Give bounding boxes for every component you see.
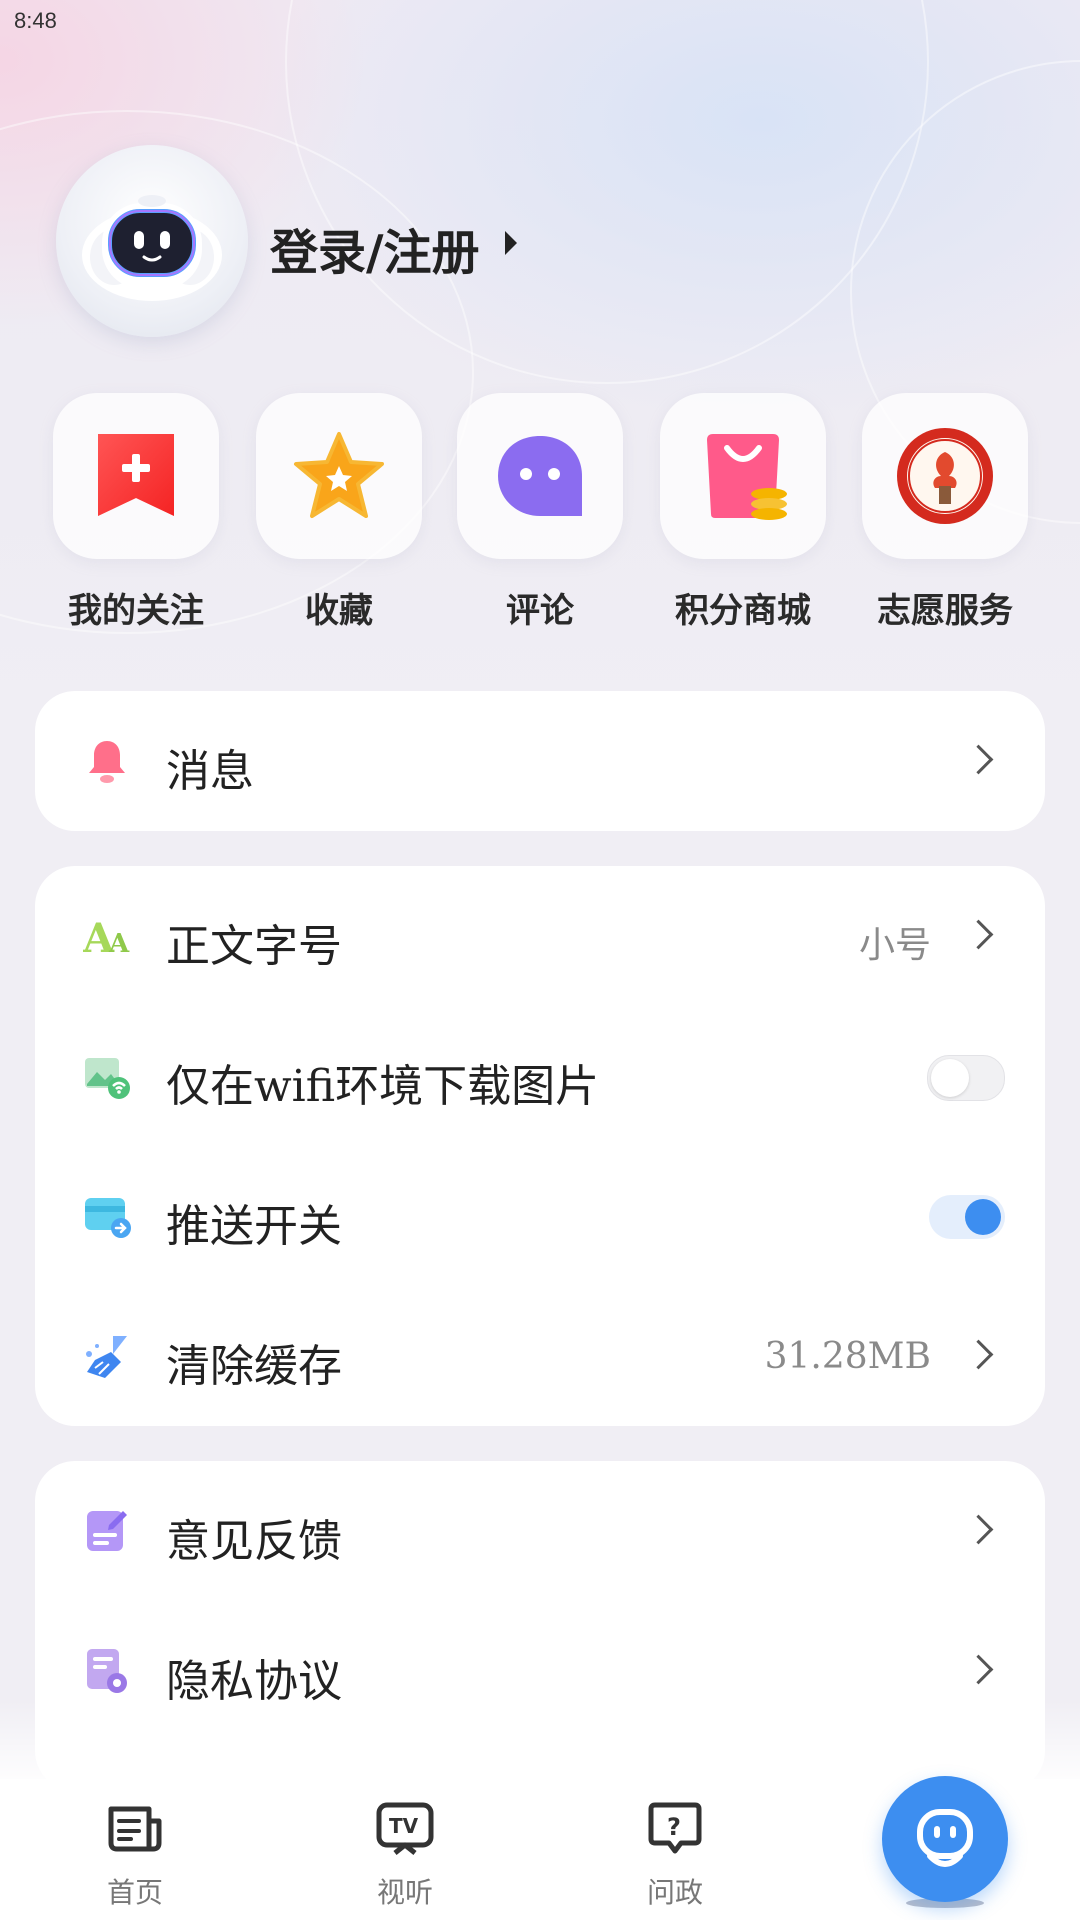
shopping-bag-icon (707, 434, 787, 520)
messages-row[interactable]: 消息 (35, 691, 1045, 831)
shortcut-label: 我的关注 (68, 591, 204, 631)
settings-card: A A 正文字号 小号 仅在wifi环境下载图片 推送开关 清除缓存 31.28… (35, 866, 1045, 1426)
chevron-right-icon (963, 1654, 994, 1685)
chevron-right-icon (963, 744, 994, 775)
avatar[interactable] (56, 145, 248, 337)
push-toggle[interactable] (929, 1195, 1005, 1239)
feedback-row[interactable]: 意见反馈 (35, 1461, 1045, 1601)
tab-home[interactable]: 首页 (45, 1779, 225, 1920)
shortcut-label: 志愿服务 (877, 591, 1013, 631)
scroll-fade (0, 1700, 1080, 1780)
wifi-image-icon (85, 1058, 130, 1099)
shortcut-volunteer[interactable]: 志愿服务 (862, 393, 1028, 632)
wifi-images-row: 仅在wifi环境下载图片 (35, 1006, 1045, 1146)
tab-label: 问政 (646, 1876, 703, 1909)
push-label: 推送开关 (166, 1201, 342, 1252)
clear-cache-row[interactable]: 清除缓存 31.28MB (35, 1286, 1045, 1426)
chevron-right-icon (963, 919, 994, 950)
push-card-icon (85, 1198, 131, 1238)
question-bubble-icon: ? (648, 1802, 702, 1854)
font-size-label: 正文字号 (166, 921, 342, 972)
bookmark-plus-icon (98, 434, 174, 516)
news-icon (108, 1806, 162, 1852)
shortcut-favorites[interactable]: 收藏 (256, 393, 422, 632)
feedback-label: 意见反馈 (166, 1516, 342, 1567)
volunteer-badge-icon (897, 428, 993, 524)
privacy-doc-icon (87, 1649, 127, 1693)
wifi-images-label: 仅在wifi环境下载图片 (166, 1061, 600, 1112)
tab-video[interactable]: TV 视听 (315, 1779, 495, 1920)
push-row: 推送开关 (35, 1146, 1045, 1286)
broom-icon (86, 1336, 127, 1378)
messages-card: 消息 (35, 691, 1045, 831)
shortcut-label: 收藏 (305, 591, 373, 631)
clear-cache-label: 清除缓存 (166, 1341, 342, 1392)
wifi-images-toggle[interactable] (927, 1055, 1005, 1101)
svg-text:TV: TV (389, 1814, 419, 1838)
cache-size-value: 31.28MB (764, 1336, 931, 1377)
font-size-row[interactable]: A A 正文字号 小号 (35, 866, 1045, 1006)
header-background (0, 0, 1080, 760)
shortcut-points-mall[interactable]: 积分商城 (660, 393, 826, 632)
shortcut-comments[interactable]: 评论 (457, 393, 623, 632)
shortcut-label: 积分商城 (675, 591, 811, 631)
feedback-icon (87, 1511, 127, 1551)
robot-icon (917, 1809, 973, 1867)
caret-right-icon (505, 231, 517, 255)
login-register-link[interactable]: 登录/注册 (270, 213, 480, 283)
tab-label: 视听 (376, 1876, 433, 1909)
bell-icon (89, 741, 125, 783)
tab-inquiry[interactable]: ? 问政 (585, 1779, 765, 1920)
font-size-value: 小号 (858, 925, 931, 966)
status-time: 8:48 (14, 8, 57, 33)
shortcut-follow[interactable]: 我的关注 (53, 393, 219, 632)
svg-text:A: A (108, 929, 130, 959)
shortcut-label: 评论 (506, 591, 574, 631)
font-size-icon: A A (83, 915, 130, 960)
chat-bubble-icon (498, 436, 582, 516)
svg-text:?: ? (667, 1813, 681, 1841)
tab-label: 首页 (106, 1876, 163, 1909)
chevron-right-icon (963, 1514, 994, 1545)
tab-mine[interactable] (882, 1776, 1008, 1902)
messages-label: 消息 (166, 746, 254, 797)
star-icon (294, 432, 384, 518)
tv-icon: TV (376, 1802, 434, 1855)
chevron-right-icon (963, 1339, 994, 1370)
robot-avatar-icon (82, 195, 222, 301)
